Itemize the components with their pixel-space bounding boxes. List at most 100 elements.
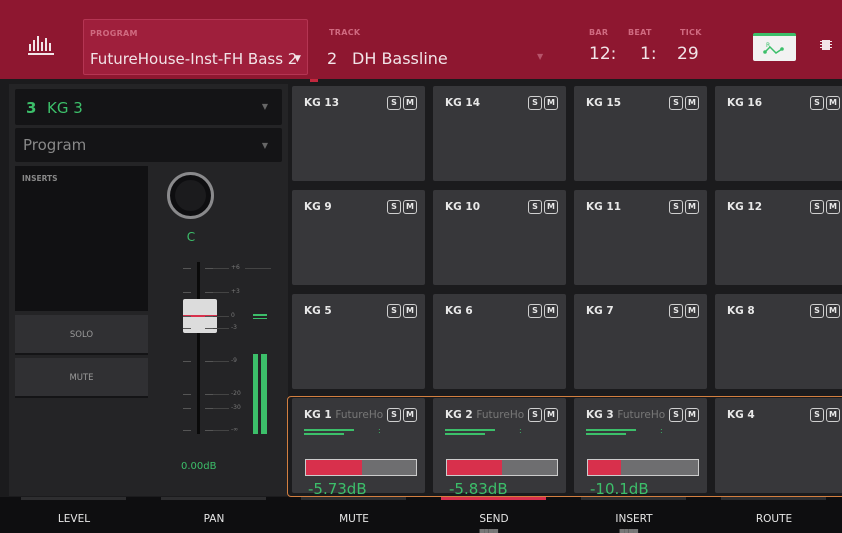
chip-icon[interactable] — [820, 38, 832, 52]
pad-mute-button[interactable]: M — [544, 304, 558, 318]
pad-solo-button[interactable]: S — [387, 304, 401, 318]
page-dots-icon: ■■■■ — [479, 528, 499, 533]
pad-solo-button[interactable]: S — [387, 96, 401, 110]
pad-mute-button[interactable]: M — [544, 408, 558, 422]
tab-route[interactable]: ROUTE — [704, 497, 842, 533]
pad-level-bar[interactable] — [587, 459, 699, 476]
pad-label: KG 6 — [445, 305, 473, 317]
pad-mini-meter — [445, 429, 495, 431]
pad-mute-button[interactable]: M — [826, 200, 840, 214]
mixer-icon[interactable] — [27, 34, 57, 56]
tab-pan[interactable]: PAN — [144, 497, 284, 533]
pad-solo-button[interactable]: S — [387, 200, 401, 214]
fader-tick — [183, 408, 191, 409]
fader-tick — [205, 361, 213, 362]
inserts-panel[interactable]: INSERTS — [15, 166, 148, 311]
pad[interactable]: KG 7 SM — [574, 294, 707, 389]
automation-button[interactable]: R — [753, 33, 796, 61]
pad-mute-button[interactable]: M — [544, 96, 558, 110]
track-name[interactable]: DH Bassline — [352, 49, 448, 68]
pad-mute-button[interactable]: M — [826, 408, 840, 422]
bar-value[interactable]: 12: — [589, 44, 616, 64]
pad-mute-button[interactable]: M — [685, 200, 699, 214]
pad-mute-button[interactable]: M — [685, 96, 699, 110]
pad-name: KG 5 — [304, 305, 332, 317]
fader-tick — [205, 316, 213, 317]
pad-mute-button[interactable]: M — [826, 96, 840, 110]
pad-program: FutureHo — [476, 409, 525, 421]
pad-mute-button[interactable]: M — [544, 200, 558, 214]
type-selector[interactable]: Program ▼ — [15, 128, 282, 162]
pad-solo-button[interactable]: S — [669, 304, 683, 318]
pad-name: KG 8 — [727, 305, 755, 317]
pad-solo-button[interactable]: S — [528, 200, 542, 214]
program-selector[interactable]: PROGRAM FutureHouse-Inst-FH Bass 2 ▼ — [83, 19, 308, 75]
pad-solo-button[interactable]: S — [810, 304, 824, 318]
pad[interactable]: KG 3 FutureHo S M: -10.1dB — [574, 398, 707, 498]
pad-mute-button[interactable]: M — [403, 96, 417, 110]
pad[interactable]: KG 4 SM — [715, 398, 842, 493]
pad[interactable]: KG 5 SM — [292, 294, 425, 389]
chevron-down-icon: ▼ — [294, 54, 301, 64]
pad-solo-button[interactable]: S — [387, 408, 401, 422]
solo-button[interactable]: SOLO — [15, 315, 148, 355]
pad-selector[interactable]: 3 KG 3 ▼ — [15, 89, 282, 125]
pad[interactable]: KG 11 S M — [574, 190, 707, 285]
chevron-down-icon: ▼ — [261, 141, 268, 150]
fader-track[interactable] — [197, 262, 200, 434]
pad[interactable]: KG 16 S M — [715, 86, 842, 181]
pad-label: KG 9 — [304, 201, 332, 213]
pad[interactable]: KG 10 S M — [433, 190, 566, 285]
pad-name: KG 14 — [445, 97, 481, 109]
chevron-down-icon: ▼ — [261, 102, 268, 111]
mute-button[interactable]: MUTE — [15, 358, 148, 398]
pad-solo-button[interactable]: S — [528, 96, 542, 110]
pad-solo-button[interactable]: S — [528, 408, 542, 422]
pad[interactable]: KG 13 S M — [292, 86, 425, 181]
pad-level-bar[interactable] — [446, 459, 558, 476]
pad-pan-marker: : — [378, 426, 381, 435]
pad-solo-button[interactable]: S — [810, 96, 824, 110]
pad[interactable]: KG 1 FutureHo S M: -5.73dB — [292, 398, 425, 498]
tab-indicator — [21, 497, 126, 500]
tab-insert[interactable]: INSERT ■■■■ — [564, 497, 704, 533]
tab-mute[interactable]: MUTE — [284, 497, 424, 533]
db-dash — [245, 268, 271, 269]
chevron-down-icon[interactable]: ▼ — [537, 52, 543, 61]
fader-tick — [183, 394, 191, 395]
pad-mute-button[interactable]: M — [403, 304, 417, 318]
tick-value[interactable]: 29 — [677, 44, 699, 64]
pad-solo-button[interactable]: S — [528, 304, 542, 318]
pad-solo-button[interactable]: S — [669, 96, 683, 110]
tab-send[interactable]: SEND ■■■■ — [424, 497, 564, 533]
pad[interactable]: KG 12 S M — [715, 190, 842, 285]
pad-name: KG 2 — [445, 409, 473, 421]
db-dash — [213, 268, 229, 269]
db-label: +6 — [231, 264, 240, 271]
pad-mute-button[interactable]: M — [685, 304, 699, 318]
pad-name: KG 6 — [445, 305, 473, 317]
pad[interactable]: KG 8 SM — [715, 294, 842, 389]
pad-mute-button[interactable]: M — [826, 304, 840, 318]
fader-tick — [183, 430, 191, 431]
pad-solo-button[interactable]: S — [810, 408, 824, 422]
tab-level[interactable]: LEVEL — [4, 497, 144, 533]
pad[interactable]: KG 14 S M — [433, 86, 566, 181]
pan-knob[interactable] — [167, 172, 214, 219]
pad-mute-button[interactable]: M — [685, 408, 699, 422]
pad[interactable]: KG 6 SM — [433, 294, 566, 389]
beat-value[interactable]: 1: — [640, 44, 657, 64]
pad-name: KG 15 — [586, 97, 622, 109]
pad-solo-button[interactable]: S — [810, 200, 824, 214]
pad-mini-meter — [586, 429, 636, 431]
pad[interactable]: KG 2 FutureHo S M: -5.83dB — [433, 398, 566, 498]
pad-mute-button[interactable]: M — [403, 200, 417, 214]
pad[interactable]: KG 15 S M — [574, 86, 707, 181]
pad[interactable]: KG 9 SM — [292, 190, 425, 285]
pad-level-bar[interactable] — [305, 459, 417, 476]
db-dash — [213, 361, 229, 362]
pad-mute-button[interactable]: M — [403, 408, 417, 422]
pad-solo-button[interactable]: S — [669, 408, 683, 422]
pad-solo-button[interactable]: S — [669, 200, 683, 214]
pad-label: KG 3 FutureHo — [586, 409, 665, 421]
